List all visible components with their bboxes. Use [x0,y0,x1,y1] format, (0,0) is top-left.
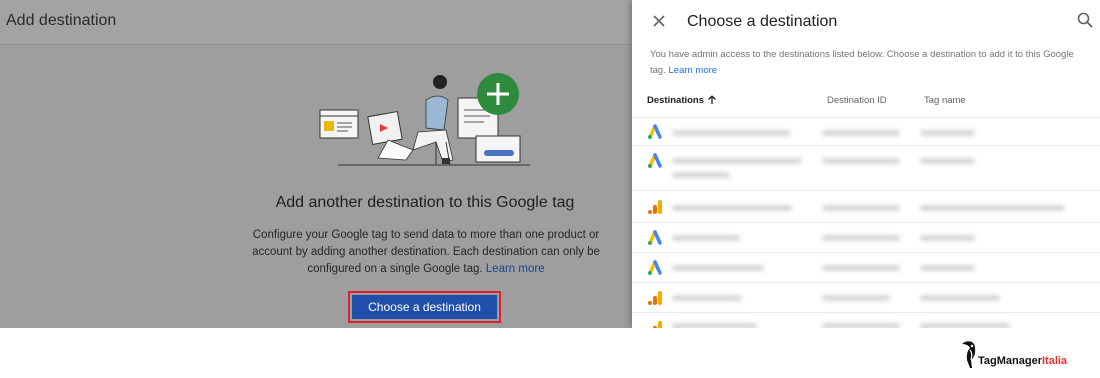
redacted-destination-name [672,265,764,271]
redacted-tag-name [920,158,975,164]
redacted-destination-id [822,205,900,211]
choose-destination-panel: Choose a destination You have admin acce… [632,0,1100,328]
redacted-destination-name [672,235,740,241]
page-title: Add destination [6,12,117,29]
watermark-brand: TagManager [978,355,1042,367]
redacted-destination-id [822,323,900,328]
redacted-tag-name [920,235,975,241]
close-icon[interactable] [650,12,668,30]
redacted-destination-name [672,205,792,211]
google-analytics-icon [648,200,662,214]
destination-row[interactable] [632,117,1100,145]
search-icon[interactable] [1076,11,1094,29]
redacted-destination-name [672,295,742,301]
redacted-destination-name [672,158,802,164]
column-header-destination-id[interactable]: Destination ID [827,95,887,106]
watermark-text: TagManagerItalia [978,355,1067,367]
google-ads-icon [648,153,662,168]
illustration [319,73,530,166]
column-header-destinations[interactable]: Destinations [647,95,717,106]
google-ads-icon [648,230,662,245]
redacted-destination-id [822,158,900,164]
cta-highlight-box: Choose a destination [348,291,501,323]
google-ads-icon [648,124,662,139]
redacted-tag-name [920,323,1010,328]
destination-row[interactable] [632,190,1100,222]
redacted-destination-id [822,295,890,301]
learn-more-link[interactable]: Learn more [486,263,545,275]
redacted-destination-id [822,130,900,136]
redacted-tag-name [920,265,975,271]
google-ads-icon [648,260,662,275]
redacted-destination-name-line2 [672,172,730,178]
destination-row[interactable] [632,282,1100,312]
panel-description: You have admin access to the destination… [650,47,1080,79]
redacted-destination-id [822,265,900,271]
redacted-destination-name [672,130,790,136]
redacted-destination-name [672,323,757,328]
destination-row[interactable] [632,312,1100,328]
redacted-tag-name [920,295,1000,301]
choose-destination-button[interactable]: Choose a destination [352,295,497,319]
page-header: Add destination [0,0,632,45]
app-window: Add destination Add another destination … [0,0,1100,328]
column-header-tag-name[interactable]: Tag name [924,95,966,106]
google-analytics-icon [648,291,662,305]
add-destination-page: Add destination Add another destination … [0,0,632,328]
description-text: Configure your Google tag to send data t… [252,229,600,275]
destination-row[interactable] [632,222,1100,252]
destination-row[interactable] [632,252,1100,282]
redacted-tag-name [920,205,1065,211]
sort-arrow-up-icon [708,95,716,105]
description: Configure your Google tag to send data t… [236,227,616,278]
destination-row[interactable] [632,145,1100,190]
redacted-destination-id [822,235,900,241]
watermark-logo: TagManagerItalia [958,338,1088,370]
column-label: Destinations [647,95,705,106]
redacted-tag-name [920,130,975,136]
panel-title: Choose a destination [687,13,838,30]
panel-learn-more-link[interactable]: Learn more [669,65,718,76]
google-analytics-icon [653,321,662,328]
watermark-brand-suffix: Italia [1041,355,1068,367]
